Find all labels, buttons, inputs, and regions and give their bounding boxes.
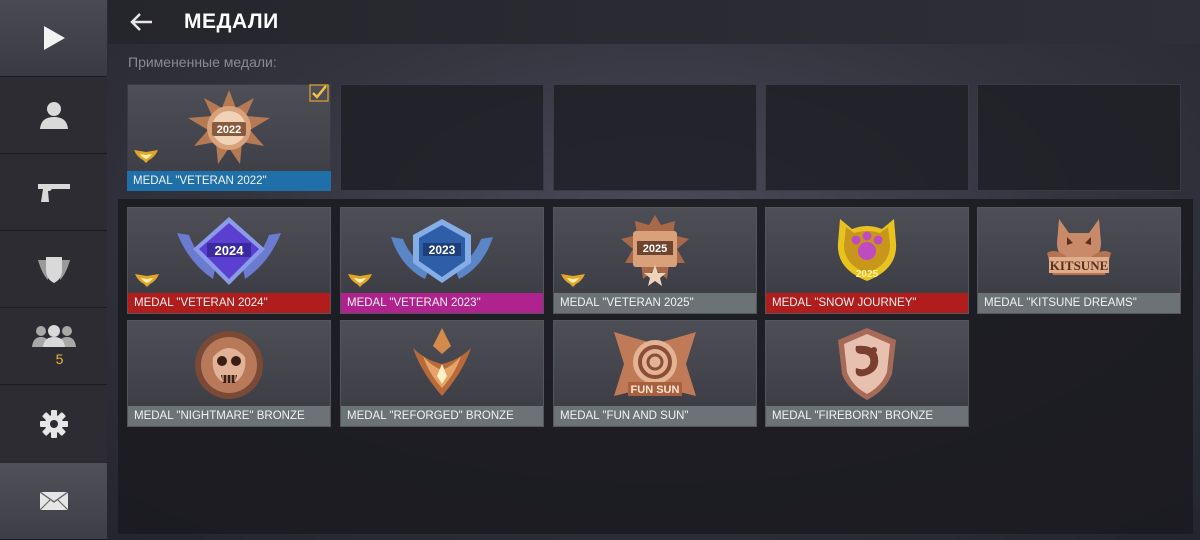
medal-card-kitsune-dreams[interactable]: KITSUNE MEDAL "KITSUNE DREAMS" bbox=[977, 207, 1181, 314]
medal-label: MEDAL "VETERAN 2023" bbox=[341, 293, 543, 313]
mail-button[interactable] bbox=[0, 463, 107, 540]
svg-text:2023: 2023 bbox=[429, 243, 456, 257]
svg-text:KITSUNE: KITSUNE bbox=[1050, 258, 1109, 273]
svg-text:FUN SUN: FUN SUN bbox=[631, 384, 680, 396]
medal-image-kitsune-dreams: KITSUNE bbox=[978, 212, 1180, 292]
header-bar: МЕДАЛИ bbox=[108, 0, 1200, 44]
applied-slot-3[interactable] bbox=[553, 84, 757, 191]
svg-text:2025: 2025 bbox=[856, 269, 879, 280]
checkmark-icon bbox=[309, 84, 329, 102]
sidebar-item-settings[interactable] bbox=[0, 385, 107, 462]
applied-medals-label: Примененные медали: bbox=[128, 54, 277, 70]
applied-slot-5[interactable] bbox=[977, 84, 1181, 191]
applied-medal-card: 2022 MEDAL "VETERAN 2022" bbox=[127, 84, 331, 191]
back-arrow-icon bbox=[130, 13, 152, 31]
medal-label: MEDAL "NIGHTMARE" BRONZE bbox=[128, 406, 330, 426]
medal-card-veteran-2023[interactable]: 2023 MEDAL "VETERAN 2023" bbox=[340, 207, 544, 314]
pistol-icon bbox=[37, 184, 70, 202]
medal-image-fun-and-sun: FUN SUN bbox=[554, 325, 756, 405]
applied-slot-1[interactable]: 2022 MEDAL "VETERAN 2022" bbox=[127, 84, 331, 191]
svg-text:2022: 2022 bbox=[217, 124, 241, 136]
sidebar-item-medals[interactable] bbox=[0, 231, 107, 308]
medal-card-fun-and-sun[interactable]: FUN SUN MEDAL "FUN AND SUN" bbox=[553, 320, 757, 427]
medal-card-snow-journey[interactable]: 2025 MEDAL "SNOW JOURNEY" bbox=[765, 207, 969, 314]
friends-count: 5 bbox=[55, 351, 64, 367]
sidebar-item-profile[interactable] bbox=[0, 77, 107, 154]
applied-slot-4[interactable] bbox=[765, 84, 969, 191]
svg-text:2025: 2025 bbox=[643, 243, 667, 255]
medal-image-reforged-bronze bbox=[341, 325, 543, 405]
rank-wings-icon bbox=[561, 274, 585, 287]
medal-label: MEDAL "SNOW JOURNEY" bbox=[766, 293, 968, 313]
svg-text:2024: 2024 bbox=[215, 243, 245, 258]
play-button[interactable] bbox=[0, 0, 107, 77]
medal-card-veteran-2024[interactable]: 2024 MEDAL "VETERAN 2024" bbox=[127, 207, 331, 314]
medal-card-veteran-2025[interactable]: 2025 MEDAL "VETERAN 2025" bbox=[553, 207, 757, 314]
medal-card-reforged-bronze[interactable]: MEDAL "REFORGED" BRONZE bbox=[340, 320, 544, 427]
gear-icon bbox=[39, 409, 68, 438]
medal-card-nightmare-bronze[interactable]: MEDAL "NIGHTMARE" BRONZE bbox=[127, 320, 331, 427]
medal-image-nightmare-bronze bbox=[128, 325, 330, 405]
medal-card-fireborn-bronze[interactable]: MEDAL "FIREBORN" BRONZE bbox=[765, 320, 969, 427]
play-icon bbox=[43, 26, 65, 50]
rank-wings-icon bbox=[348, 274, 372, 287]
medal-label: MEDAL "VETERAN 2025" bbox=[554, 293, 756, 313]
medal-label: MEDAL "FUN AND SUN" bbox=[554, 406, 756, 426]
medal-label: MEDAL "FIREBORN" BRONZE bbox=[766, 406, 968, 426]
medal-image-snow-journey: 2025 bbox=[766, 212, 968, 292]
medal-label: MEDAL "KITSUNE DREAMS" bbox=[978, 293, 1180, 313]
medal-image-fireborn-bronze bbox=[766, 325, 968, 405]
medals-panel: 2024 MEDAL "VETERAN 2024" 2023 MEDAL "VE… bbox=[118, 199, 1193, 534]
medal-label: MEDAL "VETERAN 2024" bbox=[128, 293, 330, 313]
medal-label: MEDAL "VETERAN 2022" bbox=[127, 171, 331, 191]
sidebar-item-friends[interactable]: 5 bbox=[0, 308, 107, 385]
applied-slot-2[interactable] bbox=[340, 84, 544, 191]
rank-wings-icon bbox=[135, 274, 159, 287]
back-button[interactable] bbox=[130, 13, 170, 31]
medal-shield-icon bbox=[37, 257, 70, 283]
rank-wings-icon bbox=[134, 150, 158, 163]
person-icon bbox=[39, 102, 68, 129]
sidebar-item-weapons[interactable] bbox=[0, 154, 107, 231]
medal-label: MEDAL "REFORGED" BRONZE bbox=[341, 406, 543, 426]
page-title: МЕДАЛИ bbox=[184, 10, 279, 33]
friends-icon bbox=[31, 325, 76, 347]
sidebar: 5 bbox=[0, 0, 107, 540]
mail-icon bbox=[39, 492, 68, 510]
